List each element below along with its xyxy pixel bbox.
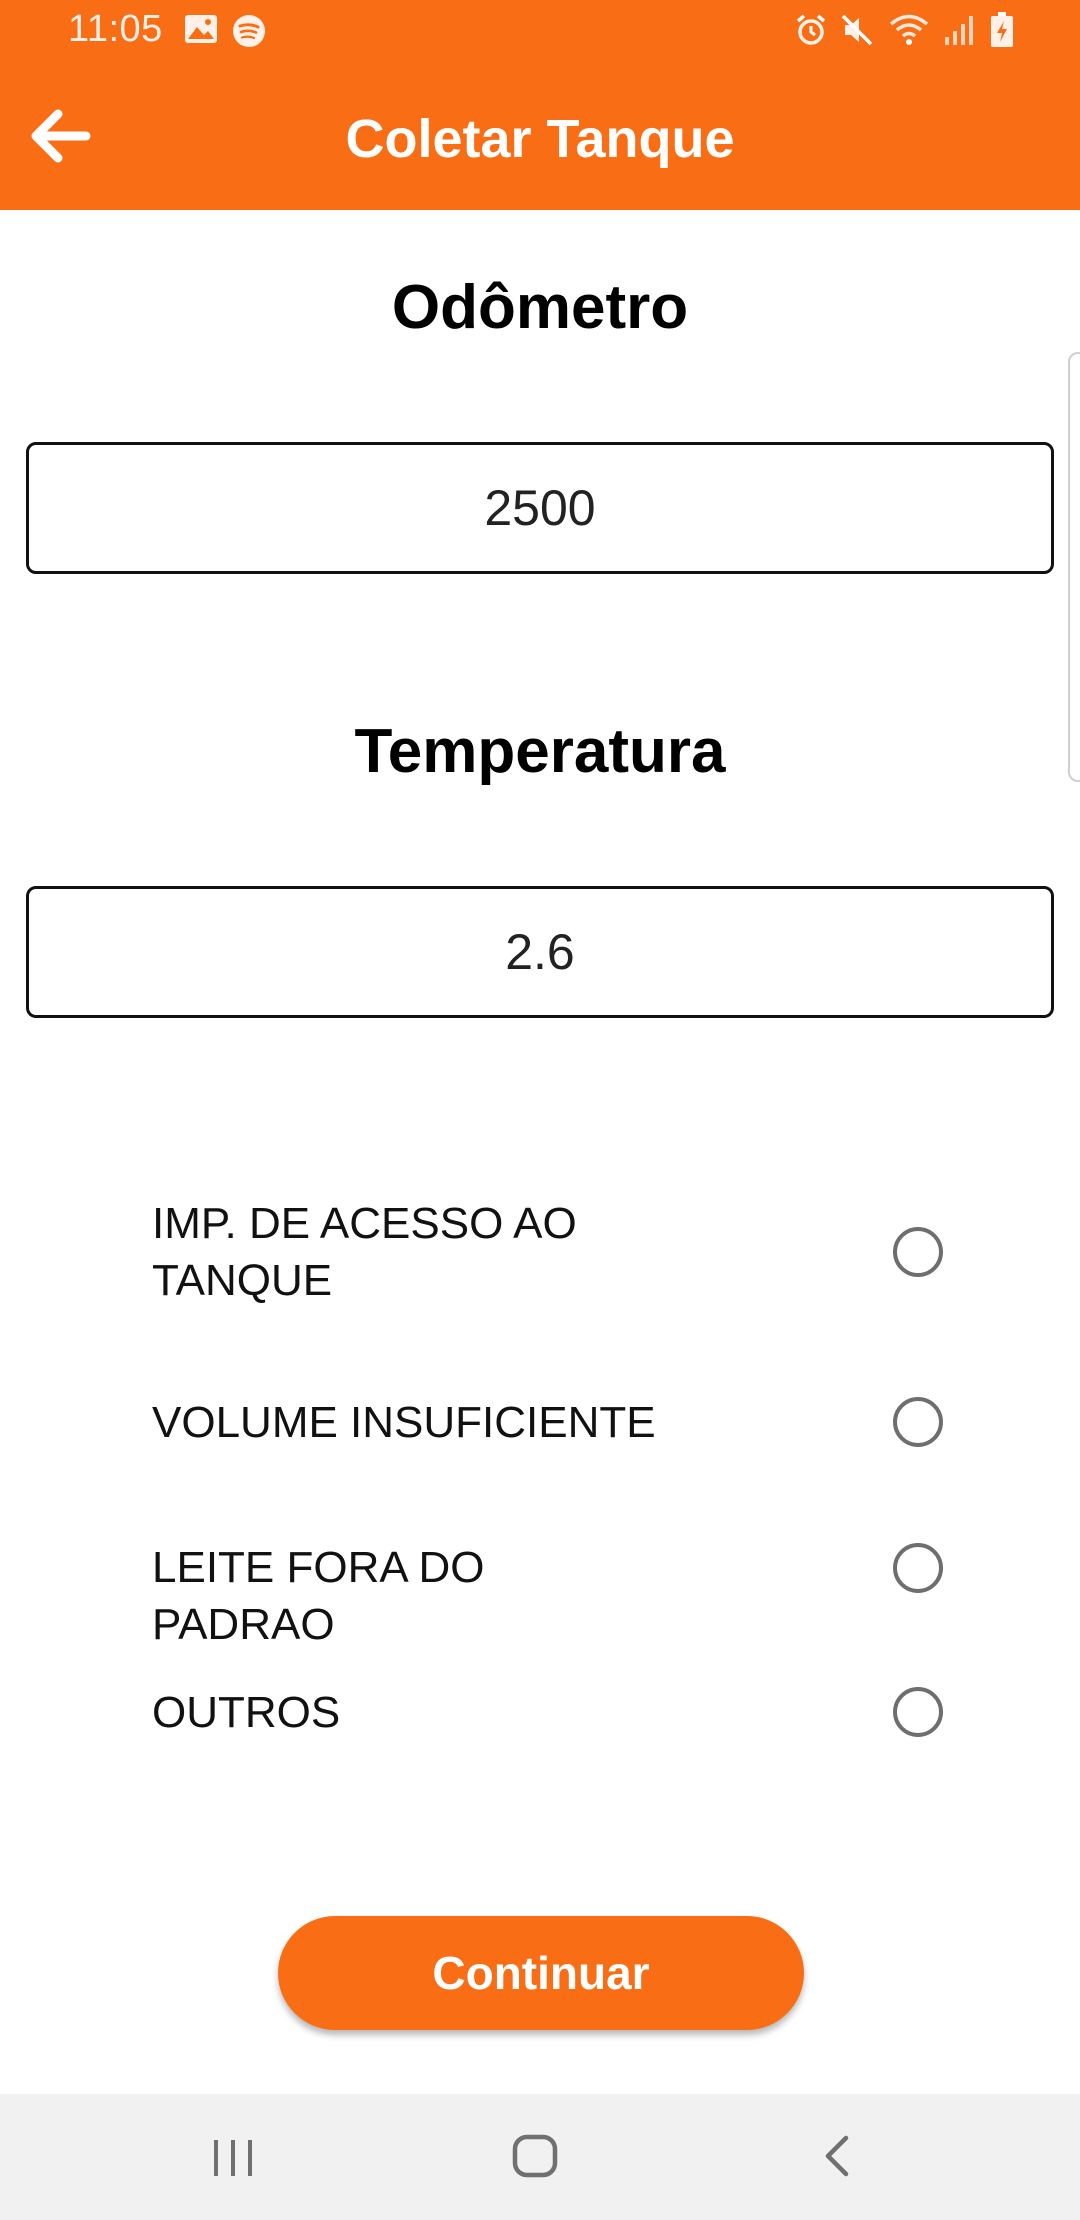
status-icons <box>794 11 1014 53</box>
option-leite-fora-padrao[interactable]: LEITE FORA DO PADRAO <box>152 1539 952 1653</box>
page-title: Coletar Tanque <box>345 109 735 169</box>
odometer-input[interactable]: 2500 <box>26 442 1054 574</box>
gallery-icon <box>184 14 218 49</box>
radio-button[interactable] <box>893 1397 943 1447</box>
spotify-icon <box>232 14 266 53</box>
system-nav-bar <box>0 2094 1080 2220</box>
option-label: VOLUME INSUFICIENTE <box>152 1398 656 1447</box>
radio-button[interactable] <box>893 1687 943 1737</box>
status-time: 11:05 <box>68 8 163 50</box>
battery-charging-icon <box>990 11 1014 53</box>
scroll-edge-handle[interactable] <box>1068 352 1080 782</box>
signal-icon <box>942 13 978 52</box>
back-icon[interactable] <box>802 2124 872 2188</box>
temperature-input[interactable]: 2.6 <box>26 886 1054 1018</box>
option-imp-acesso[interactable]: IMP. DE ACESSO AO TANQUE <box>152 1195 952 1309</box>
alarm-icon <box>794 13 828 52</box>
radio-button[interactable] <box>893 1543 943 1593</box>
radio-button[interactable] <box>893 1227 943 1277</box>
odometer-label: Odômetro <box>391 273 689 342</box>
temperature-label: Temperatura <box>354 717 726 786</box>
option-volume-insuficiente[interactable]: VOLUME INSUFICIENTE <box>152 1394 952 1451</box>
wifi-icon <box>888 13 930 52</box>
option-label: IMP. DE ACESSO AO TANQUE <box>152 1199 577 1305</box>
app-header: 11:05 Coletar Tanque <box>0 0 1080 210</box>
option-label: LEITE FORA DO PADRAO <box>152 1543 485 1649</box>
mute-icon <box>840 13 876 52</box>
home-icon[interactable] <box>500 2124 570 2188</box>
recent-apps-icon[interactable] <box>198 2124 268 2188</box>
option-outros[interactable]: OUTROS <box>152 1684 952 1741</box>
option-label: OUTROS <box>152 1688 341 1737</box>
continue-button[interactable]: Continuar <box>278 1916 804 2030</box>
